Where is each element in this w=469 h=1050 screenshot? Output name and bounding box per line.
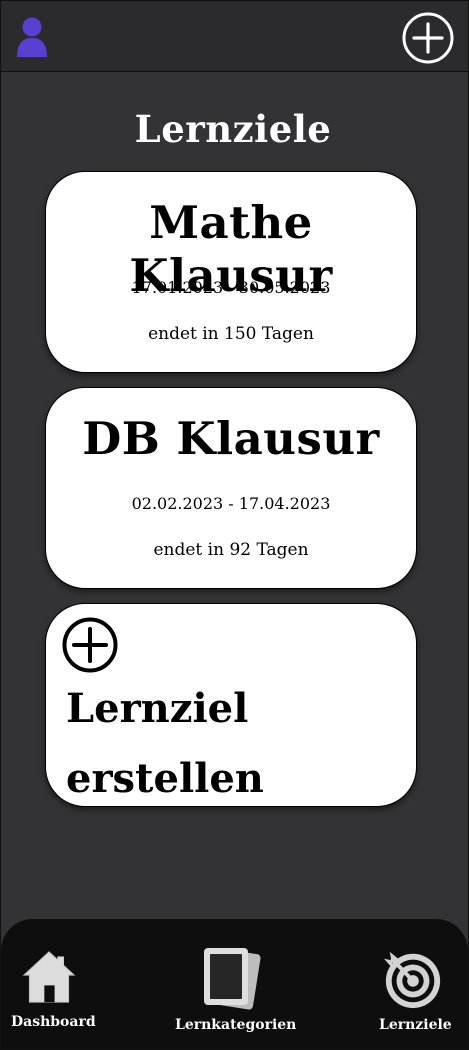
page-title: Lernziele: [134, 107, 332, 151]
goal-card[interactable]: DB Klausur 02.02.2023 - 17.04.2023 endet…: [45, 387, 417, 589]
plus-circle-icon: [62, 617, 118, 673]
add-goal-icon[interactable]: [401, 11, 455, 65]
goal-date-range: 02.02.2023 - 17.04.2023: [131, 494, 331, 513]
cards-icon: [204, 948, 261, 1010]
bottom-navigation: Dashboard Lernkategorien Lernziele: [1, 919, 468, 1049]
nav-label-dashboard: Dashboard: [11, 1014, 96, 1030]
nav-item-dashboard[interactable]: Dashboard: [9, 947, 109, 1047]
home-icon: [22, 951, 76, 1003]
nav-label-lernkategorien: Lernkategorien: [175, 1017, 297, 1033]
app-frame: Lernziele Mathe Klausur 17.01.2023 - 30.…: [0, 0, 469, 1050]
nav-label-lernziele: Lernziele: [379, 1017, 452, 1033]
create-goal-label: Lernziel erstellen: [66, 685, 264, 802]
goal-title: DB Klausur: [82, 412, 380, 465]
goal-card[interactable]: Mathe Klausur 17.01.2023 - 30.05.2023 en…: [45, 171, 417, 373]
top-bar: [1, 1, 468, 72]
goal-remaining-days: endet in 150 Tagen: [148, 324, 314, 344]
nav-item-lernkategorien[interactable]: Lernkategorien: [171, 943, 301, 1047]
goal-date-range: 17.01.2023 - 30.05.2023: [131, 278, 331, 297]
target-icon: [383, 951, 441, 1009]
create-goal-card[interactable]: Lernziel erstellen: [45, 603, 417, 807]
nav-item-lernziele[interactable]: Lernziele: [371, 947, 461, 1047]
user-icon[interactable]: [15, 15, 49, 59]
goal-remaining-days: endet in 92 Tagen: [153, 540, 309, 560]
